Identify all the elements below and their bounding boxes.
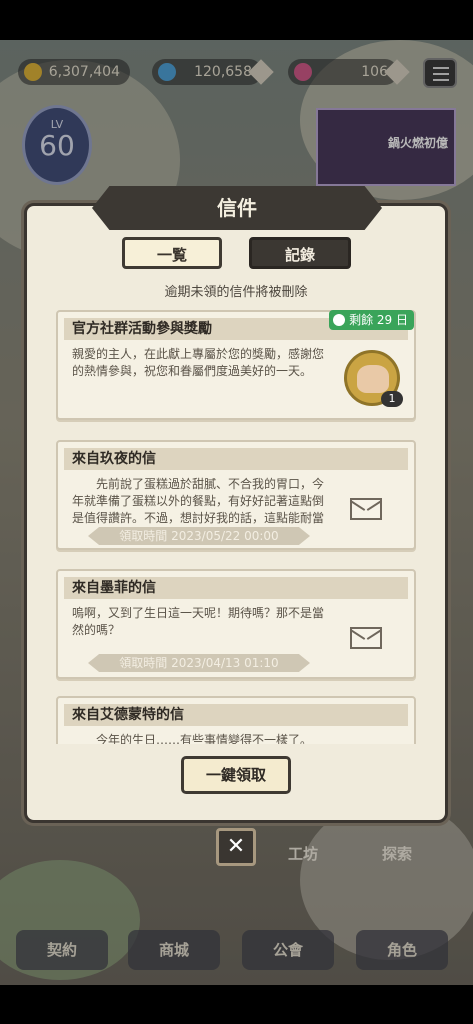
tab-list[interactable]: 一覧 xyxy=(122,237,222,269)
mail-list[interactable]: 官方社群活動參與獎勵 剩餘 29 日 親愛的主人，在此獻上專屬於您的獎勵，感謝您… xyxy=(56,307,418,744)
expire-badge: 剩餘 29 日 xyxy=(329,310,414,330)
close-button[interactable]: ✕ xyxy=(216,828,256,866)
clock-icon xyxy=(333,314,346,326)
received-time: 領取時間 2023/05/22 00:00 xyxy=(88,527,310,545)
mail-item[interactable]: 來自玖夜的信 先前說了蛋糕過於甜膩、不合我的胃口，今年就準備了蛋糕以外的餐點，有… xyxy=(56,440,416,550)
mail-title: 來自墨菲的信 xyxy=(64,577,408,599)
mail-item[interactable]: 官方社群活動參與獎勵 剩餘 29 日 親愛的主人，在此獻上專屬於您的獎勵，感謝您… xyxy=(56,310,416,420)
mail-title: 來自玖夜的信 xyxy=(64,448,408,470)
claim-all-button[interactable]: 一鍵領取 xyxy=(181,756,291,794)
reward-count: 1 xyxy=(381,391,403,407)
envelope-icon xyxy=(350,627,382,649)
envelope-icon xyxy=(350,498,382,520)
tab-record[interactable]: 記錄 xyxy=(249,237,351,269)
mail-item[interactable]: 來自艾德蒙特的信 今年的生日……有些事情變得不一樣了。 xyxy=(56,696,416,744)
mail-title: 來自艾德蒙特的信 xyxy=(64,704,408,726)
expiry-notice: 逾期未領的信件將被刪除 xyxy=(164,285,308,300)
mail-body: 今年的生日……有些事情變得不一樣了。 xyxy=(72,733,313,744)
reward-item[interactable]: 1 xyxy=(344,350,403,407)
received-time: 領取時間 2023/04/13 01:10 xyxy=(88,654,310,672)
plush-toy-icon xyxy=(357,365,389,393)
dialog-title: 信件 xyxy=(92,186,382,230)
mail-body: 親愛的主人，在此獻上專屬於您的獎勵，感謝您的熱情參與，祝您和眷屬們度過美好的一天… xyxy=(72,347,325,378)
mail-body: 先前說了蛋糕過於甜膩、不合我的胃口，今年就準備了蛋糕以外的餐點，有好好記著這點倒… xyxy=(72,477,325,525)
mail-body: 嗚啊，又到了生日這一天呢！期待嗎？那不是當然的嗎？ xyxy=(72,606,325,637)
mail-item[interactable]: 來自墨菲的信 嗚啊，又到了生日這一天呢！期待嗎？那不是當然的嗎？ 領取時間 20… xyxy=(56,569,416,679)
